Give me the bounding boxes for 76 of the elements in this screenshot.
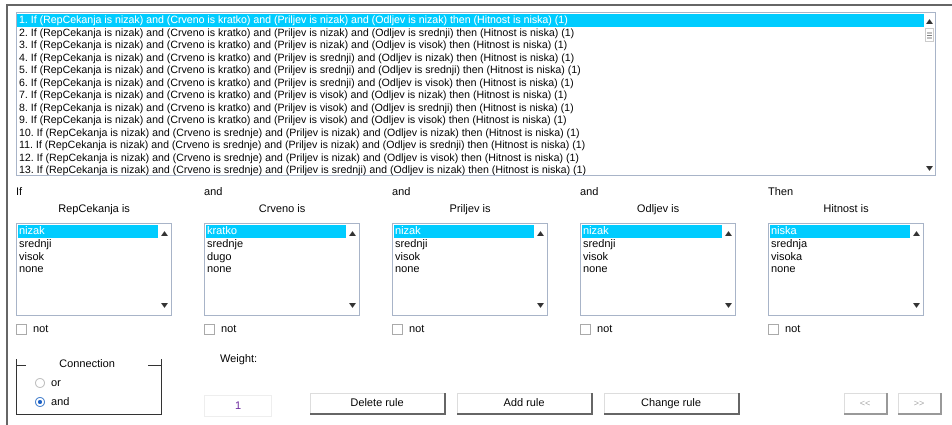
rule-item[interactable]: 3. If (RepCekanja is nizak) and (Crveno is kratko) and (Priljev is nizak) and (Odljev is visok) then (Hitnost is niska) (1) xyxy=(17,39,924,52)
rule-item[interactable]: 10. If (RepCekanja is nizak) and (Crveno is srednje) and (Priljev is nizak) and (Odljev is nizak) then (Hitnost is niska) (1) xyxy=(17,126,924,139)
connective-label: If xyxy=(16,186,22,198)
membership-list[interactable]: nizak srednji visok none xyxy=(16,223,172,316)
scroll-up-icon[interactable] xyxy=(724,231,732,236)
scroll-up-icon[interactable] xyxy=(348,231,356,236)
membership-item[interactable]: srednja xyxy=(770,238,910,251)
rule-item[interactable]: 8. If (RepCekanja is nizak) and (Crveno is kratko) and (Priljev is visok) and (Odljev is srednji) then (Hitnost is niska) (1) xyxy=(17,102,924,114)
rule-action-button[interactable]: Change rule xyxy=(604,393,740,415)
scroll-up-icon[interactable] xyxy=(926,19,933,24)
scroll-up-icon[interactable] xyxy=(912,231,920,236)
radio-label: and xyxy=(51,396,70,408)
membership-item[interactable]: visok xyxy=(582,250,722,264)
not-label: not xyxy=(785,323,800,335)
not-label: not xyxy=(409,323,424,335)
not-label: not xyxy=(221,323,236,335)
weight-label: Weight: xyxy=(219,353,258,365)
rule-item[interactable]: 11. If (RepCekanja is nizak) and (Crveno is srednje) and (Priljev is nizak) and (Odljev is srednji) then (Hitnost is niska) (1) xyxy=(17,139,924,152)
membership-list[interactable]: nizak srednji visok none xyxy=(580,223,736,316)
scroll-down-icon[interactable] xyxy=(160,303,168,308)
membership-item[interactable]: none xyxy=(394,263,534,276)
scroll-up-icon[interactable] xyxy=(536,231,544,236)
radio-label: or xyxy=(51,376,61,389)
membership-item[interactable]: srednji xyxy=(582,238,722,251)
weight-field[interactable]: 1 xyxy=(204,395,272,417)
radio-button[interactable] xyxy=(35,378,45,388)
rule-action-button[interactable]: Delete rule xyxy=(310,393,446,415)
scroll-down-icon[interactable] xyxy=(926,166,933,171)
variable-label: RepCekanja is xyxy=(58,203,130,215)
scroll-down-icon[interactable] xyxy=(536,303,544,308)
rule-item[interactable]: 12. If (RepCekanja is nizak) and (Crveno is srednje) and (Priljev is nizak) and (Odljev is visok) then (Hitnost is niska) (1) xyxy=(17,152,924,164)
rule-item[interactable]: 13. If (RepCekanja is nizak) and (Crveno is srednje) and (Priljev is srednji) and (Odljev is nizak) then (Hitnost is niska) (1) xyxy=(17,164,924,175)
not-label: not xyxy=(33,323,48,335)
membership-item[interactable]: none xyxy=(582,263,722,276)
rule-item[interactable]: 7. If (RepCekanja is nizak) and (Crveno is kratko) and (Priljev is visok) and (Odljev is nizak) then (Hitnost is niska) (1) xyxy=(17,89,924,102)
scroll-down-icon[interactable] xyxy=(348,303,356,308)
scroll-up-icon[interactable] xyxy=(160,231,168,236)
rule-item[interactable]: 6. If (RepCekanja is nizak) and (Crveno is kratko) and (Priljev is srednji) and (Odljev is visok) then (Hitnost is niska) (1) xyxy=(17,76,924,89)
membership-item[interactable]: srednji xyxy=(18,238,158,251)
rule-item[interactable]: 4. If (RepCekanja is nizak) and (Crveno is kratko) and (Priljev is srednji) and (Odljev is nizak) then (Hitnost is niska) (1) xyxy=(17,52,924,64)
not-checkbox[interactable] xyxy=(204,324,215,334)
rule-item[interactable]: 5. If (RepCekanja is nizak) and (Crveno is kratko) and (Priljev is srednji) and (Odljev is srednji) then (Hitnost is niska) (1) xyxy=(17,64,924,76)
membership-list[interactable]: niska srednja visoka none xyxy=(768,223,924,316)
connective-label: and xyxy=(392,186,410,198)
membership-item[interactable]: none xyxy=(770,263,910,276)
connective-label: Then xyxy=(768,186,794,198)
variable-label: Hitnost is xyxy=(823,203,869,215)
connection-title: Connection xyxy=(58,358,116,370)
variable-label: Odljev is xyxy=(636,203,680,215)
rule-action-button[interactable]: Add rule xyxy=(457,393,593,415)
scroll-thumb-icon[interactable] xyxy=(925,28,934,42)
not-label: not xyxy=(597,323,612,335)
membership-item[interactable]: srednje xyxy=(206,238,346,251)
membership-list[interactable]: kratko srednje dugo none xyxy=(204,223,360,316)
rule-list[interactable] xyxy=(16,12,936,176)
connective-label: and xyxy=(580,186,598,198)
variable-label: Crveno is xyxy=(258,203,306,215)
not-checkbox[interactable] xyxy=(16,324,27,334)
not-checkbox[interactable] xyxy=(392,324,403,334)
scroll-down-icon[interactable] xyxy=(912,303,920,308)
rule-item[interactable]: 2. If (RepCekanja is nizak) and (Crveno is kratko) and (Priljev is nizak) and (Odljev is srednji) then (Hitnost is niska) (1) xyxy=(17,26,924,39)
rule-item[interactable]: 9. If (RepCekanja is nizak) and (Crveno is kratko) and (Priljev is visok) and (Odljev is visok) then (Hitnost is niska) (1) xyxy=(17,114,924,126)
membership-item[interactable]: dugo xyxy=(206,250,346,264)
membership-item[interactable]: visok xyxy=(18,250,158,264)
scroll-down-icon[interactable] xyxy=(724,303,732,308)
membership-list[interactable]: nizak srednji visok none xyxy=(392,223,548,316)
membership-item[interactable]: visoka xyxy=(770,250,910,264)
not-checkbox[interactable] xyxy=(580,324,591,334)
membership-item[interactable]: none xyxy=(18,263,158,276)
radio-button[interactable] xyxy=(35,397,45,408)
membership-item[interactable]: visok xyxy=(394,250,534,264)
membership-item[interactable]: none xyxy=(206,263,346,276)
not-checkbox[interactable] xyxy=(768,324,779,334)
connective-label: and xyxy=(204,186,222,198)
variable-label: Priljev is xyxy=(450,203,490,215)
membership-item[interactable]: srednji xyxy=(394,238,534,251)
